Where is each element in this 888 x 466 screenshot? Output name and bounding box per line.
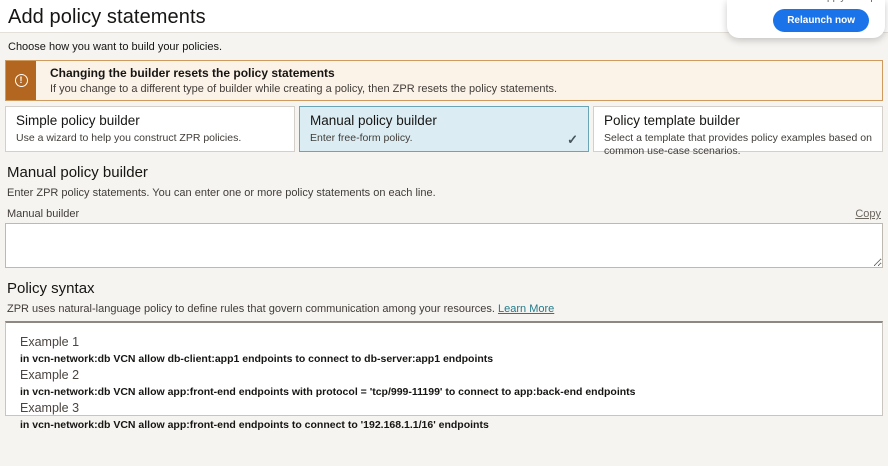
builder-cards-row: Simple policy builder Use a wizard to he…: [5, 106, 883, 152]
card-description: Enter free-form policy.: [310, 132, 578, 145]
manual-builder-field-row: Manual builder Copy: [7, 208, 883, 220]
example-label: Example 2: [20, 368, 868, 382]
manual-builder-heading: Manual policy builder: [7, 164, 883, 181]
relaunch-message-clipped: Relaunch Chrome to apply the update: [727, 0, 885, 5]
learn-more-link[interactable]: Learn More: [498, 303, 554, 315]
card-title: Manual policy builder: [310, 113, 578, 128]
warning-icon: !: [15, 74, 28, 87]
manual-builder-textarea[interactable]: [5, 223, 883, 268]
warning-banner-body: If you change to a different type of bui…: [50, 83, 557, 95]
card-simple-policy-builder[interactable]: Simple policy builder Use a wizard to he…: [5, 106, 295, 152]
manual-builder-description: Enter ZPR policy statements. You can ent…: [7, 187, 883, 199]
example-label: Example 1: [20, 335, 868, 349]
page-content: Choose how you want to build your polici…: [0, 33, 888, 466]
warning-banner: ! Changing the builder resets the policy…: [5, 60, 883, 101]
warning-banner-text: Changing the builder resets the policy s…: [36, 61, 567, 100]
policy-syntax-description: ZPR uses natural-language policy to defi…: [7, 303, 883, 315]
card-description: Use a wizard to help you construct ZPR p…: [16, 132, 284, 145]
card-title: Policy template builder: [604, 113, 872, 128]
example-label: Example 3: [20, 401, 868, 415]
policy-syntax-description-text: ZPR uses natural-language policy to defi…: [7, 303, 495, 315]
intro-text: Choose how you want to build your polici…: [5, 41, 883, 53]
checkmark-icon: ✓: [567, 132, 578, 148]
policy-syntax-heading: Policy syntax: [7, 280, 883, 297]
example-statement: in vcn-network:db VCN allow db-client:ap…: [20, 353, 868, 365]
policy-syntax-examples-box: Example 1 in vcn-network:db VCN allow db…: [5, 321, 883, 416]
relaunch-now-button[interactable]: Relaunch now: [773, 9, 869, 32]
example-statement: in vcn-network:db VCN allow app:front-en…: [20, 419, 868, 431]
card-title: Simple policy builder: [16, 113, 284, 128]
card-description: Select a template that provides policy e…: [604, 132, 872, 158]
card-policy-template-builder[interactable]: Policy template builder Select a templat…: [593, 106, 883, 152]
card-manual-policy-builder[interactable]: Manual policy builder Enter free-form po…: [299, 106, 589, 152]
chrome-relaunch-popup: Relaunch Chrome to apply the update Rela…: [727, 0, 885, 38]
manual-builder-label: Manual builder: [7, 208, 79, 220]
warning-banner-accent: !: [6, 61, 36, 100]
copy-link[interactable]: Copy: [855, 208, 881, 220]
warning-banner-title: Changing the builder resets the policy s…: [50, 66, 557, 80]
example-statement: in vcn-network:db VCN allow app:front-en…: [20, 386, 868, 398]
